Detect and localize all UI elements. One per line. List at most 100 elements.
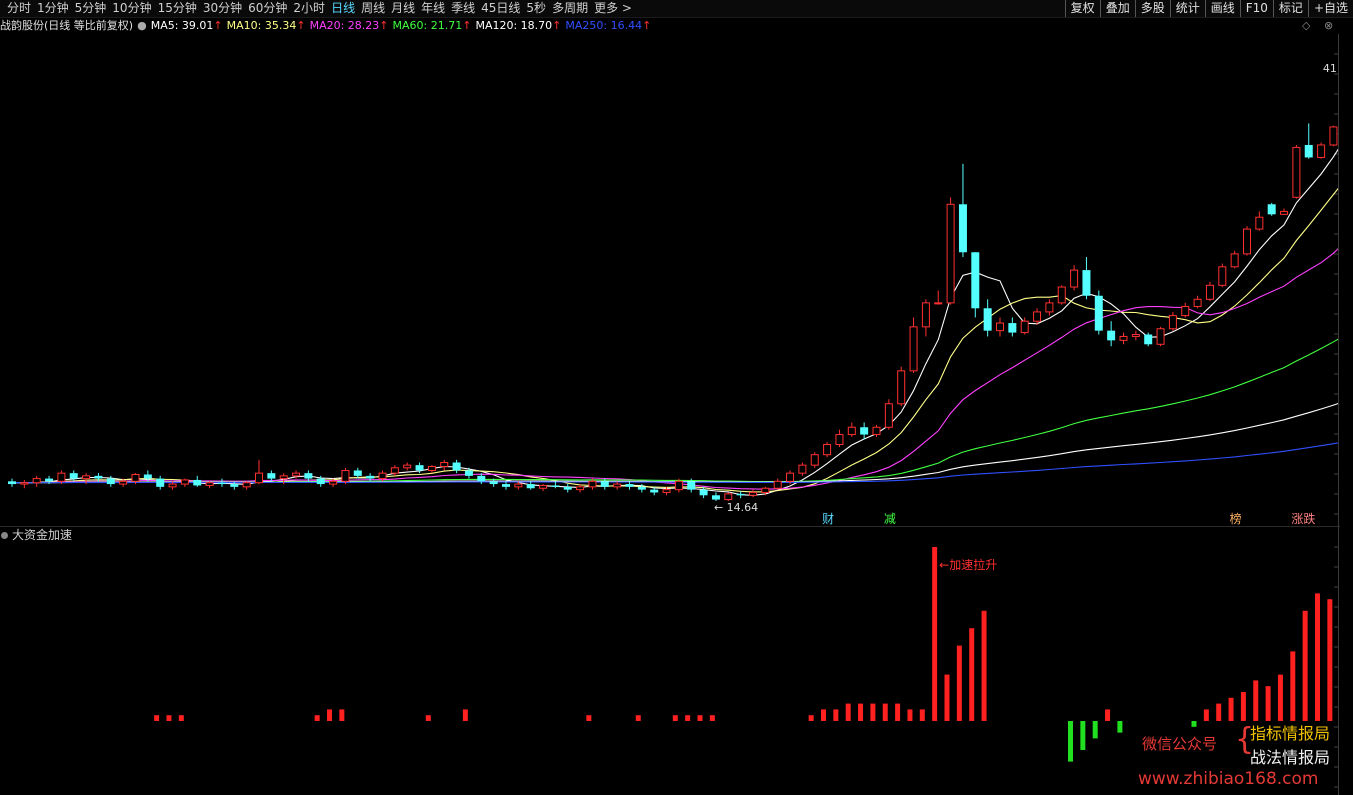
candle[interactable] bbox=[156, 475, 165, 490]
indicator-bar[interactable] bbox=[1240, 692, 1246, 721]
event-marker[interactable]: 减 bbox=[884, 512, 896, 526]
indicator-bar[interactable] bbox=[339, 709, 345, 721]
indicator-bar[interactable] bbox=[932, 547, 938, 721]
indicator-bar[interactable] bbox=[1068, 721, 1073, 762]
indicator-bar[interactable] bbox=[1253, 680, 1259, 721]
candle[interactable] bbox=[1243, 226, 1251, 256]
period-tab[interactable]: 1分钟 bbox=[34, 0, 72, 17]
candle[interactable] bbox=[897, 366, 906, 407]
indicator-bar[interactable] bbox=[1105, 709, 1111, 721]
indicator-bar[interactable] bbox=[635, 715, 641, 721]
candle[interactable] bbox=[1329, 125, 1338, 147]
candle[interactable] bbox=[1304, 123, 1313, 159]
indicator-bar[interactable] bbox=[327, 709, 332, 721]
indicator-bar[interactable] bbox=[709, 715, 715, 721]
indicator-bar[interactable] bbox=[697, 715, 703, 721]
indicator-bar[interactable] bbox=[821, 709, 826, 721]
indicator-bar[interactable] bbox=[1277, 674, 1283, 721]
period-tab[interactable]: 5分钟 bbox=[72, 0, 110, 17]
candle[interactable] bbox=[1156, 326, 1165, 347]
candle[interactable] bbox=[1008, 317, 1017, 337]
candle[interactable] bbox=[798, 462, 807, 476]
candle[interactable] bbox=[1094, 290, 1103, 335]
candle[interactable] bbox=[909, 317, 918, 373]
candle[interactable] bbox=[563, 484, 572, 493]
settings-dot-icon[interactable]: ● bbox=[137, 18, 147, 34]
indicator-bar[interactable] bbox=[586, 715, 592, 721]
indicator-bar[interactable] bbox=[808, 715, 814, 721]
indicator-bar[interactable] bbox=[166, 715, 172, 721]
event-marker[interactable]: 榜 bbox=[1230, 511, 1242, 526]
candle[interactable] bbox=[996, 317, 1004, 337]
period-tab[interactable]: 5秒 bbox=[523, 0, 549, 17]
indicator-bar[interactable] bbox=[1117, 721, 1123, 733]
period-tab[interactable]: 月线 bbox=[388, 0, 418, 17]
indicator-bar[interactable] bbox=[919, 709, 925, 721]
candle[interactable] bbox=[242, 481, 251, 490]
close-circle-icon[interactable]: ⊗ bbox=[1324, 19, 1333, 32]
period-tab[interactable]: 周线 bbox=[358, 0, 388, 17]
candle[interactable] bbox=[1082, 257, 1091, 300]
period-tab[interactable]: 年线 bbox=[418, 0, 448, 17]
indicator-bar[interactable] bbox=[833, 709, 839, 721]
indicator-bar[interactable] bbox=[1327, 599, 1333, 721]
candle[interactable] bbox=[835, 429, 844, 448]
candle[interactable] bbox=[1280, 208, 1289, 215]
candle[interactable] bbox=[934, 290, 943, 305]
indicator-bar[interactable] bbox=[1315, 593, 1320, 721]
candle[interactable] bbox=[823, 441, 832, 458]
toolbar-button[interactable]: 多股 bbox=[1134, 0, 1170, 17]
candle[interactable] bbox=[1144, 332, 1153, 347]
candle[interactable] bbox=[1131, 330, 1140, 341]
period-tab[interactable]: 季线 bbox=[448, 0, 478, 17]
candle[interactable] bbox=[32, 475, 41, 487]
period-tab[interactable]: 日线 bbox=[328, 0, 358, 17]
period-tab[interactable]: 10分钟 bbox=[109, 0, 154, 17]
candle[interactable] bbox=[1267, 202, 1276, 216]
candle[interactable] bbox=[1230, 250, 1239, 269]
indicator-bar[interactable] bbox=[870, 703, 876, 721]
indicator-bar[interactable] bbox=[1080, 721, 1086, 750]
indicator-bar[interactable] bbox=[314, 715, 320, 721]
indicator-bar[interactable] bbox=[1302, 610, 1308, 721]
indicator-bar[interactable] bbox=[672, 715, 678, 721]
indicator-bar[interactable] bbox=[685, 715, 691, 721]
candle[interactable] bbox=[255, 459, 263, 485]
candle[interactable] bbox=[1255, 211, 1264, 231]
candle[interactable] bbox=[8, 478, 16, 487]
candle[interactable] bbox=[1070, 265, 1079, 291]
candle[interactable] bbox=[1057, 285, 1066, 305]
indicator-bar[interactable] bbox=[882, 703, 888, 721]
period-tab[interactable]: 更多 > bbox=[591, 0, 635, 17]
event-marker[interactable]: 涨跌 bbox=[1291, 511, 1315, 526]
candle[interactable] bbox=[1107, 321, 1116, 347]
candle[interactable] bbox=[1181, 302, 1190, 318]
indicator-bar[interactable] bbox=[462, 709, 468, 721]
candle[interactable] bbox=[749, 489, 757, 497]
indicator-bar[interactable] bbox=[907, 709, 913, 721]
candle[interactable] bbox=[884, 399, 893, 430]
candle[interactable] bbox=[193, 475, 202, 487]
candle[interactable] bbox=[180, 478, 189, 487]
indicator-bar[interactable] bbox=[154, 715, 160, 721]
period-tab[interactable]: 45日线 bbox=[478, 0, 523, 17]
candle[interactable] bbox=[773, 478, 782, 490]
indicator-bar[interactable] bbox=[1092, 721, 1098, 739]
candle[interactable] bbox=[440, 459, 449, 471]
toolbar-button[interactable]: +自选 bbox=[1307, 0, 1353, 17]
candle[interactable] bbox=[69, 470, 78, 482]
toolbar-button[interactable]: F10 bbox=[1239, 0, 1273, 17]
indicator-bar[interactable] bbox=[178, 715, 184, 721]
kline-chart[interactable]: 41.47 ← 14.64 财 减 榜 涨跌 bbox=[0, 34, 1338, 526]
candle[interactable] bbox=[1045, 299, 1054, 316]
candle[interactable] bbox=[427, 465, 436, 474]
candle[interactable] bbox=[1168, 311, 1177, 331]
candle[interactable] bbox=[921, 299, 930, 337]
candle[interactable] bbox=[736, 491, 745, 499]
candle[interactable] bbox=[847, 422, 856, 438]
candle[interactable] bbox=[403, 462, 412, 471]
candle[interactable] bbox=[1119, 332, 1128, 345]
candle[interactable] bbox=[613, 481, 622, 490]
period-tab[interactable]: 分时 bbox=[4, 0, 34, 17]
event-marker[interactable]: 财 bbox=[822, 512, 834, 526]
